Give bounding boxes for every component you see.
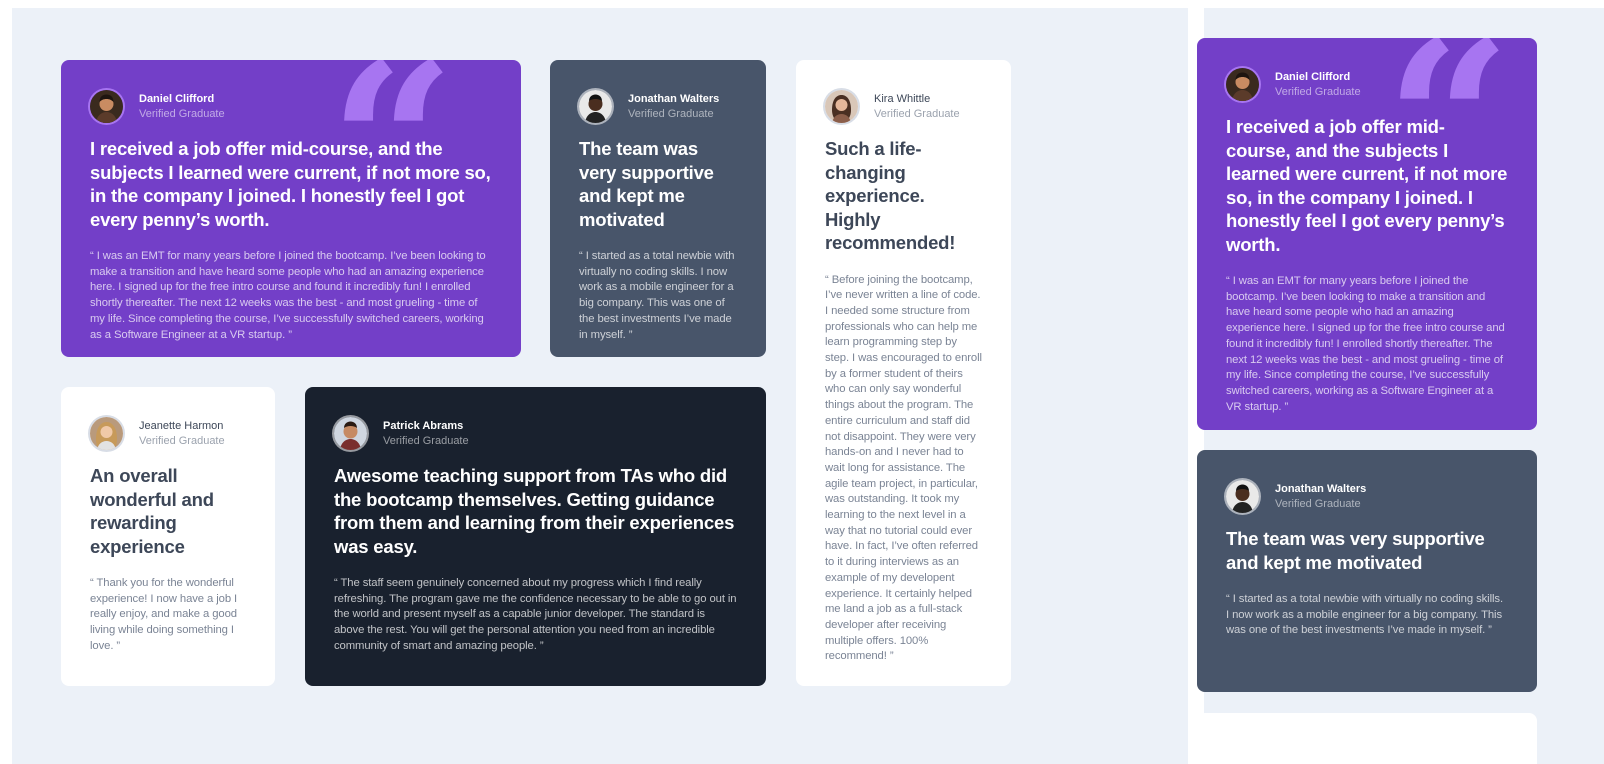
- avatar-jonathan: [1226, 480, 1259, 513]
- author-name: Kira Whittle: [874, 92, 931, 105]
- author-name: Daniel Clifford: [1275, 70, 1351, 83]
- testimonial-card-kira: Kira Whittle Verified Graduate Such a li…: [796, 60, 1011, 686]
- testimonial-body: “ I started as a total newbie with virtu…: [579, 250, 735, 341]
- testimonial-card-jonathan: Jonathan Walters Verified Graduate The t…: [550, 60, 766, 357]
- avatar-kira: [825, 90, 858, 123]
- testimonial-body: “ I started as a total newbie with virtu…: [1226, 593, 1503, 637]
- testimonial-headline: An overall wonderful and rewarding exper…: [90, 465, 214, 557]
- author-status: Verified Graduate: [1275, 497, 1361, 510]
- author-name: Jonathan Walters: [628, 92, 720, 105]
- mobile-testimonial-card-next: [1197, 713, 1537, 764]
- testimonial-body: “ I was an EMT for many years before I j…: [90, 250, 486, 341]
- avatar-patrick: [334, 417, 367, 450]
- testimonial-headline: Such a life-changing experience. Highly …: [825, 138, 956, 253]
- testimonial-headline: I received a job offer mid-course, and t…: [90, 138, 491, 230]
- testimonial-card-patrick: Patrick Abrams Verified Graduate Awesome…: [305, 387, 766, 686]
- testimonial-card-daniel: “ Daniel Clifford Verified Graduate I re…: [61, 60, 521, 357]
- mobile-testimonial-card-daniel: “ Daniel Clifford Verified Graduate I re…: [1197, 38, 1537, 430]
- avatar-daniel: [90, 90, 123, 123]
- avatar-daniel: [1226, 68, 1259, 101]
- testimonial-headline: I received a job offer mid-course, and t…: [1226, 116, 1508, 255]
- testimonial-headline: Awesome teaching support from TAs who di…: [334, 465, 735, 557]
- testimonial-card-jeanette: Jeanette Harmon Verified Graduate An ove…: [61, 387, 275, 686]
- mobile-testimonial-card-jonathan: Jonathan Walters Verified Graduate The t…: [1197, 450, 1537, 692]
- author-status: Verified Graduate: [139, 434, 225, 447]
- testimonial-headline: The team was very supportive and kept me…: [1226, 528, 1485, 573]
- testimonial-headline: The team was very supportive and kept me…: [579, 138, 714, 230]
- testimonial-body: “ Thank you for the wonderful experience…: [90, 577, 238, 652]
- author-status: Verified Graduate: [139, 107, 225, 120]
- author-status: Verified Graduate: [628, 107, 714, 120]
- author-name: Jeanette Harmon: [139, 419, 224, 432]
- author-name: Jonathan Walters: [1275, 482, 1367, 495]
- author-name: Patrick Abrams: [383, 419, 464, 432]
- testimonial-body: “ I was an EMT for many years before I j…: [1226, 275, 1505, 413]
- avatar-jeanette: [90, 417, 123, 450]
- author-name: Daniel Clifford: [139, 92, 215, 105]
- avatar-jonathan: [579, 90, 612, 123]
- author-status: Verified Graduate: [383, 434, 469, 447]
- author-status: Verified Graduate: [1275, 85, 1361, 98]
- testimonial-body: “ The staff seem genuinely concerned abo…: [334, 577, 737, 652]
- author-status: Verified Graduate: [874, 107, 960, 120]
- testimonial-body: “ Before joining the bootcamp, I’ve neve…: [825, 273, 982, 663]
